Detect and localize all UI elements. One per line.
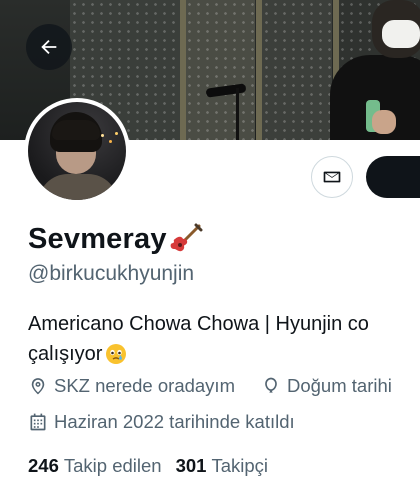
profile-page: Sevmeray @birkucukhyunjin Americano Chow… (0, 0, 420, 490)
profile-meta-joined: Haziran 2022 tarihinde katıldı (28, 411, 321, 433)
message-button[interactable] (311, 156, 353, 198)
avatar-image (28, 102, 126, 200)
following-link[interactable]: 246 Takip edilen (28, 455, 162, 477)
balloon-icon (265, 377, 277, 393)
followers-count: 301 (175, 455, 207, 476)
joined-item: Haziran 2022 tarihinde katıldı (28, 411, 295, 433)
bio-line-2: çalışıyor (28, 343, 103, 365)
following-label: Takip edilen (63, 455, 162, 476)
avatar-body (38, 174, 118, 200)
banner-post (256, 0, 262, 140)
joined-text: Haziran 2022 tarihinde katıldı (54, 411, 295, 432)
profile-meta: SKZ nerede oradayım Doğum tarihi (28, 375, 418, 397)
hand (372, 110, 396, 134)
back-button[interactable] (26, 24, 72, 70)
followers-label: Takipçi (211, 455, 269, 476)
follow-stats: 246 Takip edilen 301 Takipçi (28, 455, 282, 477)
location-pin-icon (31, 378, 45, 395)
birthday-item: Doğum tarihi (261, 375, 392, 397)
banner-post (180, 0, 186, 140)
bio-line-1: Americano Chowa Chowa | Hyunjin co (28, 313, 369, 335)
face-holding-back-tears-icon (104, 342, 128, 366)
envelope-icon (323, 171, 341, 183)
avatar-bokeh (115, 132, 118, 135)
followers-link[interactable]: 301 Takipçi (176, 455, 268, 477)
avatar[interactable] (24, 98, 130, 204)
avatar-bangs (52, 120, 100, 140)
name-row: Sevmeray (28, 222, 203, 256)
username-handle: @birkucukhyunjin (28, 262, 195, 285)
calendar-icon (30, 413, 46, 431)
location-item: SKZ nerede oradayım (28, 375, 235, 397)
guitar-icon (169, 222, 203, 256)
arrow-left-icon (41, 39, 57, 55)
follow-button[interactable] (366, 156, 420, 198)
following-count: 246 (28, 455, 59, 476)
display-name: Sevmeray (28, 222, 167, 255)
profile-bio: Americano Chowa Chowa | Hyunjin co çalış… (28, 309, 420, 369)
microphone-stand (236, 88, 239, 140)
banner-panel (262, 0, 332, 140)
face-mask (382, 20, 420, 48)
banner-panel (185, 0, 255, 140)
bio-line-2-row: çalışıyor (28, 339, 420, 369)
birthday-text: Doğum tarihi (286, 375, 392, 396)
location-text: SKZ nerede oradayım (54, 375, 235, 396)
